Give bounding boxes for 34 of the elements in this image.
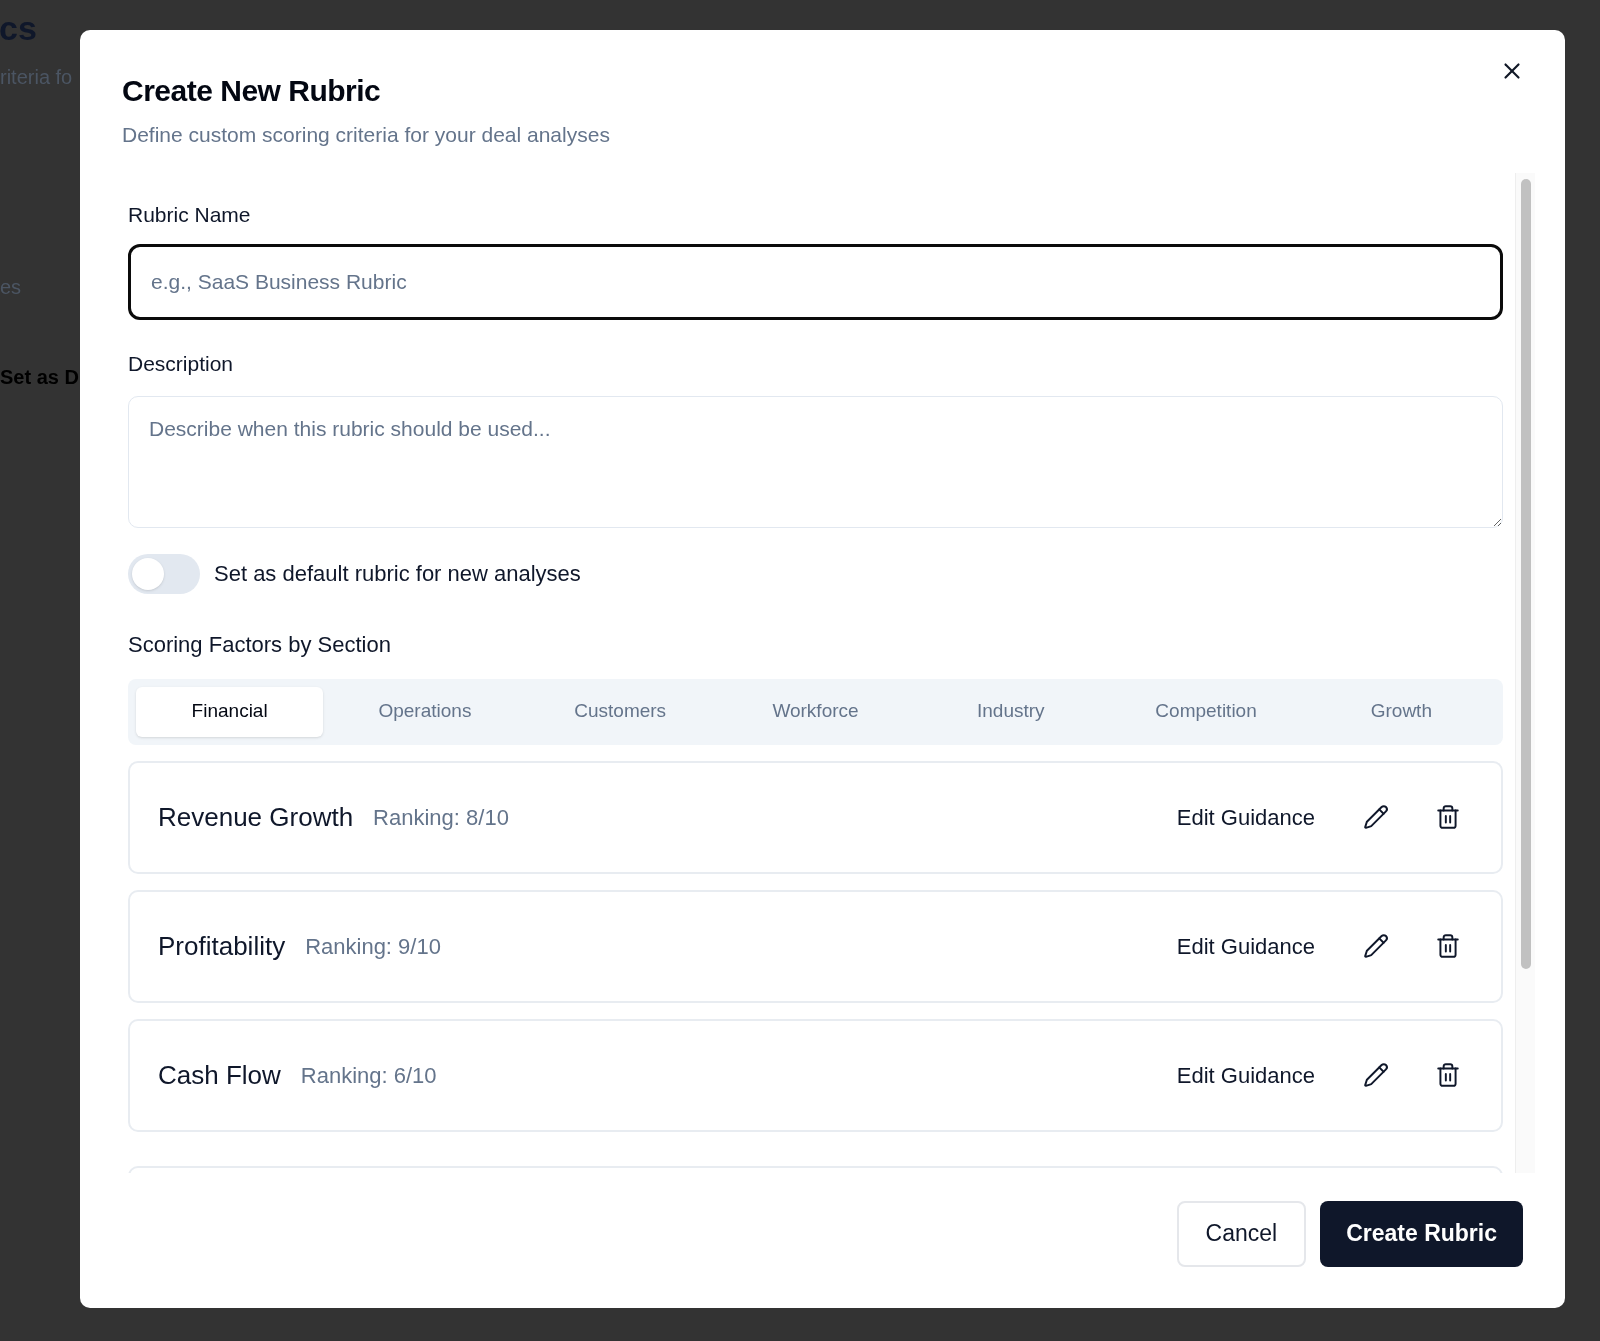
section-tab[interactable]: Industry	[917, 686, 1105, 737]
scrollbar-thumb[interactable]	[1520, 178, 1531, 969]
description-field[interactable]: Describe when this rubric should be used...	[128, 395, 1503, 528]
edit-icon[interactable]	[1363, 1062, 1389, 1088]
section-tab[interactable]: Workforce	[721, 686, 910, 737]
factor-ranking: Ranking: 6/10	[300, 1061, 437, 1090]
field-label: Rubric Name	[128, 201, 252, 228]
edit-guidance-button[interactable]: Edit Guidance	[1168, 1052, 1323, 1098]
factor-ranking: Ranking: 9/10	[305, 932, 441, 961]
section-tab[interactable]: Competition	[1112, 686, 1300, 737]
delete-icon[interactable]	[1435, 804, 1461, 830]
edit-icon[interactable]	[1363, 933, 1389, 959]
edit-icon[interactable]	[1363, 804, 1389, 830]
delete-icon[interactable]	[1435, 1062, 1461, 1088]
factor-name: Profitability	[158, 929, 286, 963]
edit-guidance-button[interactable]: Edit Guidance	[1168, 794, 1323, 840]
section-tab[interactable]: Financial	[136, 686, 324, 737]
rubric-name-field[interactable]: e.g., SaaS Business Rubric	[128, 244, 1503, 320]
section-tab[interactable]: Customers	[526, 686, 714, 737]
section-tab[interactable]: Growth	[1307, 686, 1495, 737]
create-rubric-button[interactable]: Create Rubric	[1320, 1200, 1523, 1267]
factor-name: Cash Flow	[158, 1058, 281, 1092]
delete-icon[interactable]	[1435, 933, 1461, 959]
edit-guidance-button[interactable]: Edit Guidance	[1168, 923, 1323, 969]
toggle-switch[interactable]	[128, 553, 200, 594]
section-heading: Scoring Factors by Section	[128, 630, 392, 659]
dialog-title: Create New Rubric	[122, 73, 381, 109]
factor-ranking: Ranking: 8/10	[373, 803, 509, 832]
factor-name: Revenue Growth	[158, 800, 354, 834]
cancel-button[interactable]: Cancel	[1176, 1200, 1307, 1267]
section-tab[interactable]: Operations	[331, 686, 519, 737]
toggle-label: Set as default rubric for new analyses	[214, 560, 581, 588]
dialog-subtitle: Define custom scoring criteria for your deal analyses	[122, 122, 610, 148]
field-label: Description	[128, 351, 235, 377]
